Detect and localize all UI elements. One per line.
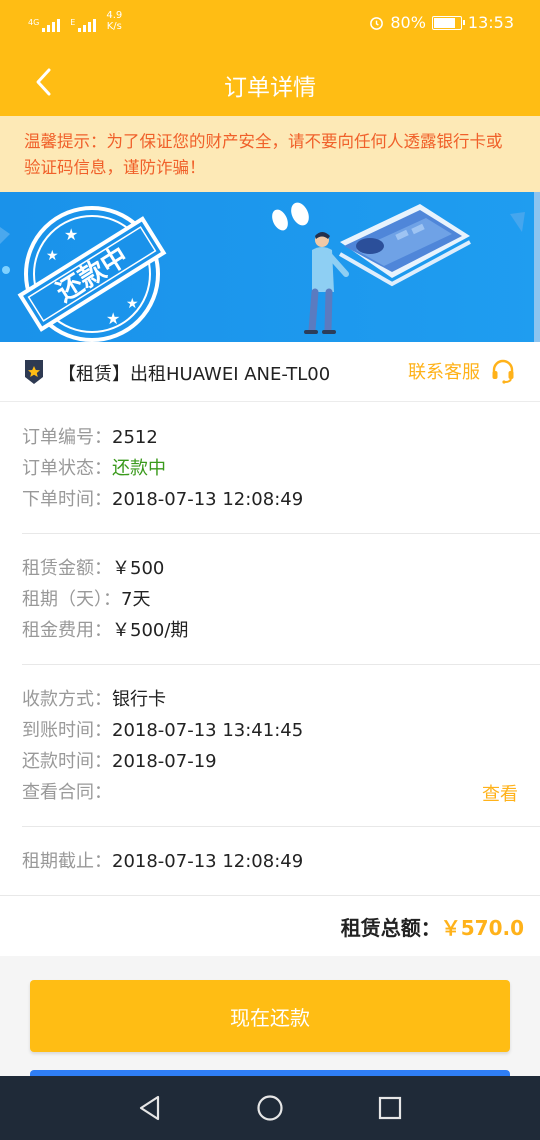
status-banner: ★ ★ ★ ★ 还款中 (0, 192, 540, 342)
order-time-value: 2018-07-13 12:08:49 (112, 489, 304, 510)
signal-2-tag: E (70, 18, 76, 27)
deadline-label: 租期截止： (22, 851, 112, 872)
signal-1-icon: 4G (28, 18, 61, 32)
order-status-label: 订单状态： (22, 458, 112, 479)
total-row: 租赁总额：￥570.0 (341, 912, 524, 941)
order-detail-card: 【租赁】出租HUAWEI ANE-TL00 联系客服 订单编号：2512 订单状… (0, 342, 540, 956)
system-back-button[interactable] (132, 1092, 168, 1124)
clock: 13:53 (467, 13, 514, 32)
battery-percent: 80% (390, 13, 426, 32)
square-recents-icon (378, 1096, 402, 1120)
order-number-row: 订单编号：2512 (22, 425, 158, 451)
order-time-row: 下单时间：2018-07-13 12:08:49 (22, 487, 303, 513)
network-speed-unit: K/s (106, 21, 122, 32)
rent-fee-label: 租金费用： (22, 620, 112, 641)
rent-amount-value: ￥500 (112, 558, 165, 579)
battery-icon (431, 15, 465, 30)
payee-method-label: 收款方式： (22, 689, 112, 710)
repay-time-row: 还款时间：2018-07-19 (22, 749, 217, 775)
repay-time-label: 还款时间： (22, 751, 112, 772)
svg-text:★: ★ (46, 248, 59, 264)
payee-method-value: 银行卡 (112, 689, 166, 710)
rent-amount-row: 租赁金额：￥500 (22, 556, 164, 582)
rent-term-label: 租期（天）： (22, 589, 121, 610)
rent-term-value: 7天 (121, 589, 151, 610)
triangle-back-icon (139, 1095, 160, 1121)
deadline-value: 2018-07-13 12:08:49 (112, 851, 304, 872)
svg-text:★: ★ (64, 225, 78, 244)
security-notice: 温馨提示：为了保证您的财产安全，请不要向任何人透露银行卡或验证码信息，谨防诈骗！ (0, 116, 540, 192)
arrival-time-label: 到账时间： (22, 720, 112, 741)
alarm-icon (370, 17, 384, 30)
arrival-time-value: 2018-07-13 13:41:45 (112, 720, 304, 741)
rent-fee-row: 租金费用：￥500/期 (22, 618, 188, 644)
circle-home-icon (257, 1095, 283, 1121)
contract-row: 查看合同： (22, 780, 112, 806)
product-name: 【租赁】出租HUAWEI ANE-TL00 (58, 364, 331, 385)
repay-time-value: 2018-07-19 (112, 751, 217, 772)
signal-1-tag: 4G (28, 18, 40, 27)
divider (0, 895, 540, 896)
arrival-time-row: 到账时间：2018-07-13 13:41:45 (22, 718, 303, 744)
order-number-label: 订单编号： (22, 427, 112, 448)
order-time-label: 下单时间： (22, 489, 112, 510)
network-speed: 4.9 K/s (106, 10, 122, 32)
deadline-row: 租期截止：2018-07-13 12:08:49 (22, 849, 303, 875)
rent-term-row: 租期（天）：7天 (22, 587, 150, 613)
view-contract-link[interactable]: 查看 (482, 780, 518, 806)
shop-badge-icon (25, 360, 43, 384)
system-home-button[interactable] (252, 1092, 288, 1124)
nav-bar: 订单详情 (0, 48, 540, 116)
svg-text:★: ★ (106, 309, 120, 328)
signal-2-icon: E (70, 18, 97, 32)
svg-text:★: ★ (126, 296, 139, 312)
rent-fee-value: ￥500/期 (112, 620, 189, 641)
order-number-value: 2512 (112, 427, 158, 448)
product-row: 【租赁】出租HUAWEI ANE-TL00 联系客服 (0, 342, 540, 402)
order-status-row: 订单状态：还款中 (22, 456, 166, 482)
total-label: 租赁总额： (340, 916, 441, 940)
headset-icon (492, 359, 514, 384)
network-speed-value: 4.9 (106, 10, 123, 21)
system-recents-button[interactable] (372, 1092, 408, 1124)
payee-method-row: 收款方式：银行卡 (22, 687, 166, 713)
page-title: 订单详情 (224, 75, 316, 101)
contact-service-label: 联系客服 (408, 362, 480, 383)
rent-amount-label: 租赁金额： (22, 558, 112, 579)
divider (22, 826, 540, 827)
contact-service-button[interactable]: 联系客服 (408, 358, 516, 384)
contract-label: 查看合同： (22, 782, 112, 803)
status-bar: 4G E 4.9 K/s 80% 13:53 (0, 0, 540, 48)
system-nav-bar (0, 1076, 540, 1140)
order-status-value: 还款中 (112, 458, 166, 479)
divider (22, 533, 540, 534)
total-value: ￥570.0 (440, 916, 524, 940)
repay-now-button[interactable]: 现在还款 (30, 980, 510, 1052)
divider (22, 664, 540, 665)
